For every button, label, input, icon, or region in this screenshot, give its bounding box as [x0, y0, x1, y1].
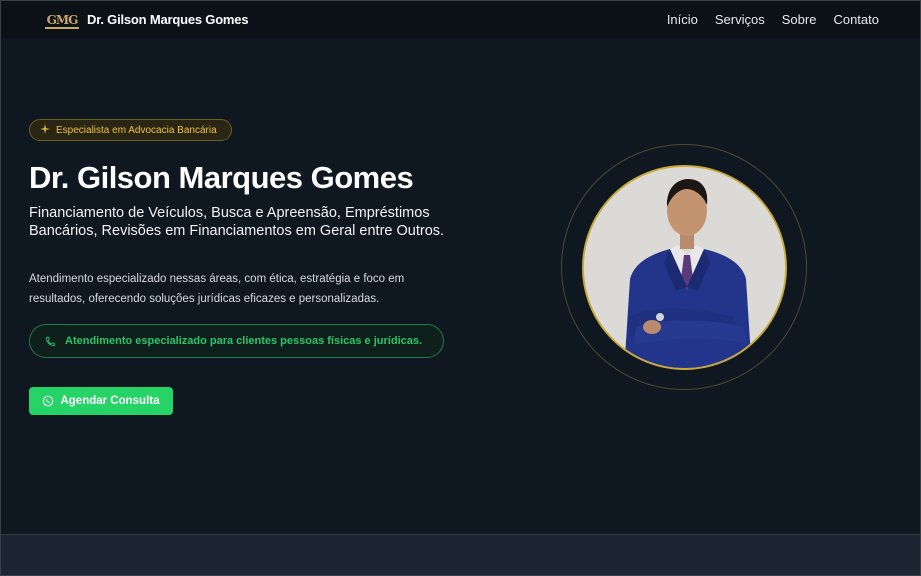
- brand-name[interactable]: Dr. Gilson Marques Gomes: [87, 12, 249, 27]
- phone-icon: [45, 336, 56, 346]
- client-info-pill: Atendimento especializado para clientes …: [29, 324, 444, 358]
- cta-label: Agendar Consulta: [60, 395, 160, 407]
- portrait-illustration: [584, 167, 785, 368]
- nav-servicos[interactable]: Serviços: [715, 12, 765, 27]
- client-info-text: Atendimento especializado para clientes …: [65, 335, 423, 347]
- specialty-badge: Especialista em Advocacia Bancária: [29, 119, 232, 141]
- hero-subtitle: Financiamento de Veículos, Busca e Apree…: [29, 205, 445, 239]
- nav-inicio[interactable]: Início: [667, 12, 698, 27]
- hero-title: Dr. Gilson Marques Gomes: [29, 160, 414, 195]
- nav-contato[interactable]: Contato: [833, 12, 879, 27]
- top-navbar: GMG Dr. Gilson Marques Gomes Início Serv…: [1, 1, 920, 38]
- next-section-strip: [1, 534, 920, 575]
- sparkle-icon: [40, 123, 50, 137]
- lawyer-portrait: [582, 165, 787, 370]
- whatsapp-icon: [43, 395, 54, 407]
- nav-links: Início Serviços Sobre Contato: [667, 12, 879, 27]
- logo[interactable]: GMG: [44, 9, 80, 33]
- schedule-consultation-button[interactable]: Agendar Consulta: [29, 387, 173, 415]
- logo-mark: GMG: [44, 13, 80, 29]
- badge-text: Especialista em Advocacia Bancária: [56, 124, 217, 136]
- nav-sobre[interactable]: Sobre: [782, 12, 817, 27]
- hero-description: Atendimento especializado nessas áreas, …: [29, 273, 405, 305]
